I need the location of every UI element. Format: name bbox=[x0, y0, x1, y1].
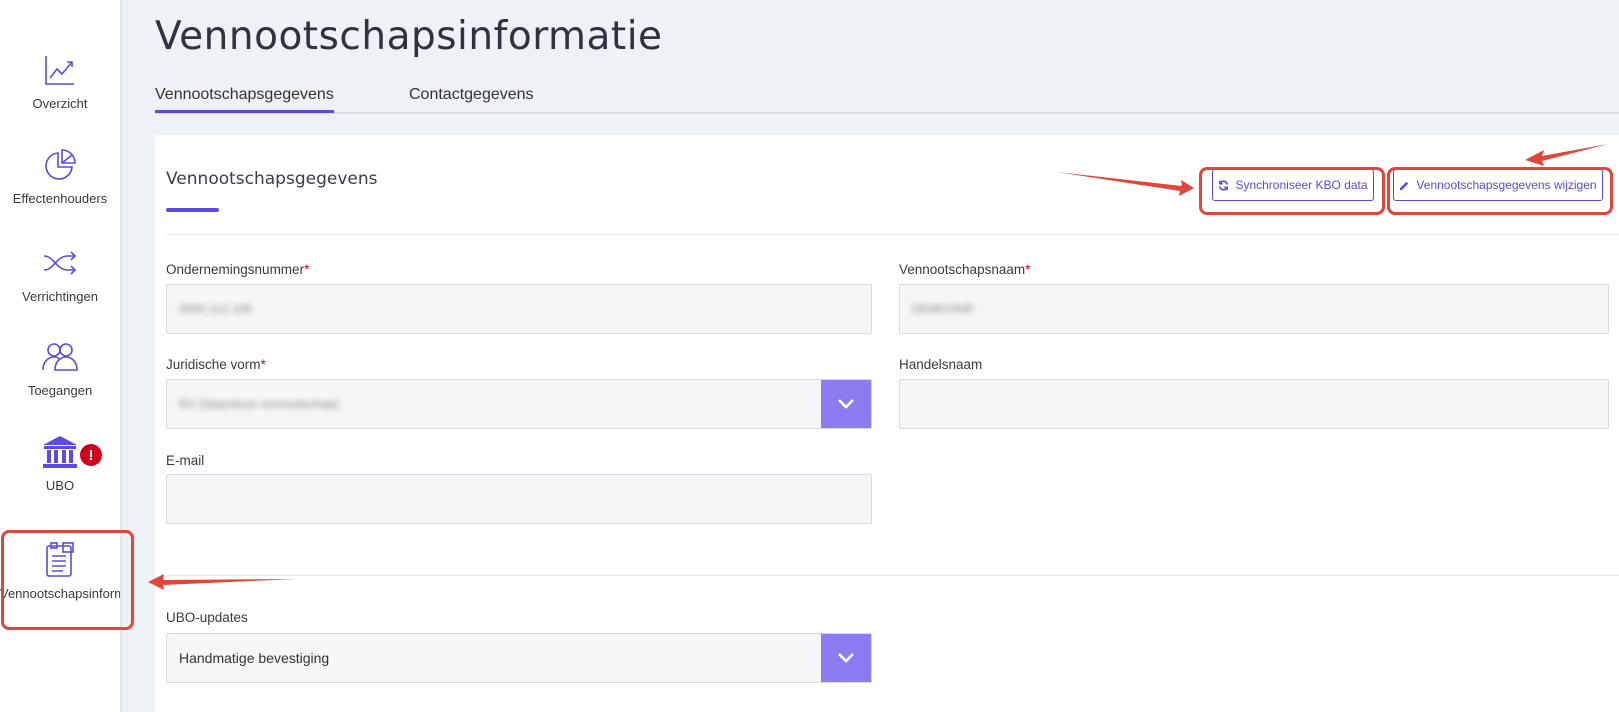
juridische-vorm-label: Juridische vorm* bbox=[166, 357, 266, 372]
tab-bar: Vennootschapsgegevens Contactgegevens bbox=[155, 82, 1619, 114]
ubo-updates-label: UBO-updates bbox=[166, 610, 248, 625]
vennootschapsnaam-label: Vennootschapsnaam* bbox=[899, 262, 1031, 277]
chevron-down-icon bbox=[838, 653, 854, 663]
sidebar-item-ubo[interactable]: UBO bbox=[0, 432, 120, 494]
users-icon bbox=[40, 337, 80, 377]
chevron-down-icon bbox=[838, 399, 854, 409]
sidebar-item-verrichtingen[interactable]: Verrichtingen bbox=[0, 243, 120, 305]
sidebar-item-label: Vennootschapsinformatie bbox=[0, 586, 120, 601]
bank-icon bbox=[40, 432, 80, 472]
juridische-vorm-dropdown-button[interactable] bbox=[821, 380, 871, 428]
sidebar-item-label: Verrichtingen bbox=[22, 289, 98, 304]
sidebar-item-vennootschapsinformatie[interactable]: Vennootschapsinformatie bbox=[0, 540, 120, 602]
ondernemingsnummer-field[interactable]: 0000.112.106 bbox=[166, 284, 872, 334]
clipboard-icon bbox=[40, 540, 80, 580]
section-divider bbox=[166, 575, 1619, 576]
tab-vennootschapsgegevens[interactable]: Vennootschapsgegevens bbox=[155, 86, 334, 113]
tab-contactgegevens[interactable]: Contactgegevens bbox=[409, 86, 534, 110]
sidebar-item-label: UBO bbox=[45, 478, 75, 493]
vennootschapsnaam-field[interactable]: DEMOVNR bbox=[899, 284, 1609, 334]
pie-chart-icon bbox=[40, 145, 80, 185]
email-label: E-mail bbox=[166, 453, 205, 468]
ubo-updates-select[interactable]: Handmatige bevestiging bbox=[166, 633, 872, 683]
ubo-updates-dropdown-button[interactable] bbox=[821, 634, 871, 682]
shuffle-icon bbox=[40, 243, 80, 283]
chart-line-icon bbox=[40, 50, 80, 90]
page-title: Vennootschapsinformatie bbox=[155, 14, 663, 59]
sidebar-item-overzicht[interactable]: Overzicht bbox=[0, 50, 120, 112]
edit-company-label: Vennootschapsgegevens wijzigen bbox=[1416, 178, 1597, 192]
refresh-icon bbox=[1219, 180, 1229, 190]
card-title: Vennootschapsgegevens bbox=[166, 169, 378, 189]
company-details-card: Vennootschapsgegevens Synchroniseer KBO … bbox=[155, 135, 1619, 712]
section-divider bbox=[166, 234, 1619, 235]
email-field[interactable] bbox=[166, 474, 872, 524]
juridische-vorm-select[interactable]: NV (Naamloze vennootschap) bbox=[166, 379, 872, 429]
sync-kbo-label: Synchroniseer KBO data bbox=[1235, 178, 1368, 192]
alert-badge-icon: ! bbox=[80, 444, 102, 466]
sidebar-item-effectenhouders[interactable]: Effectenhouders bbox=[0, 145, 120, 207]
handelsnaam-field[interactable] bbox=[899, 379, 1609, 429]
sidebar-item-label: Effectenhouders bbox=[12, 191, 108, 206]
sidebar-item-label: Toegangen bbox=[27, 383, 93, 398]
edit-company-button[interactable]: Vennootschapsgegevens wijzigen bbox=[1393, 169, 1603, 201]
handelsnaam-label: Handelsnaam bbox=[899, 357, 983, 372]
card-title-underline bbox=[166, 208, 219, 212]
sidebar-item-toegangen[interactable]: Toegangen bbox=[0, 337, 120, 399]
ondernemingsnummer-label: Ondernemingsnummer* bbox=[166, 262, 310, 277]
sync-kbo-button[interactable]: Synchroniseer KBO data bbox=[1212, 169, 1374, 201]
sidebar: Overzicht Effectenhouders Verrichtingen bbox=[0, 0, 122, 712]
pencil-icon bbox=[1400, 181, 1409, 190]
sidebar-item-label: Overzicht bbox=[32, 96, 88, 111]
